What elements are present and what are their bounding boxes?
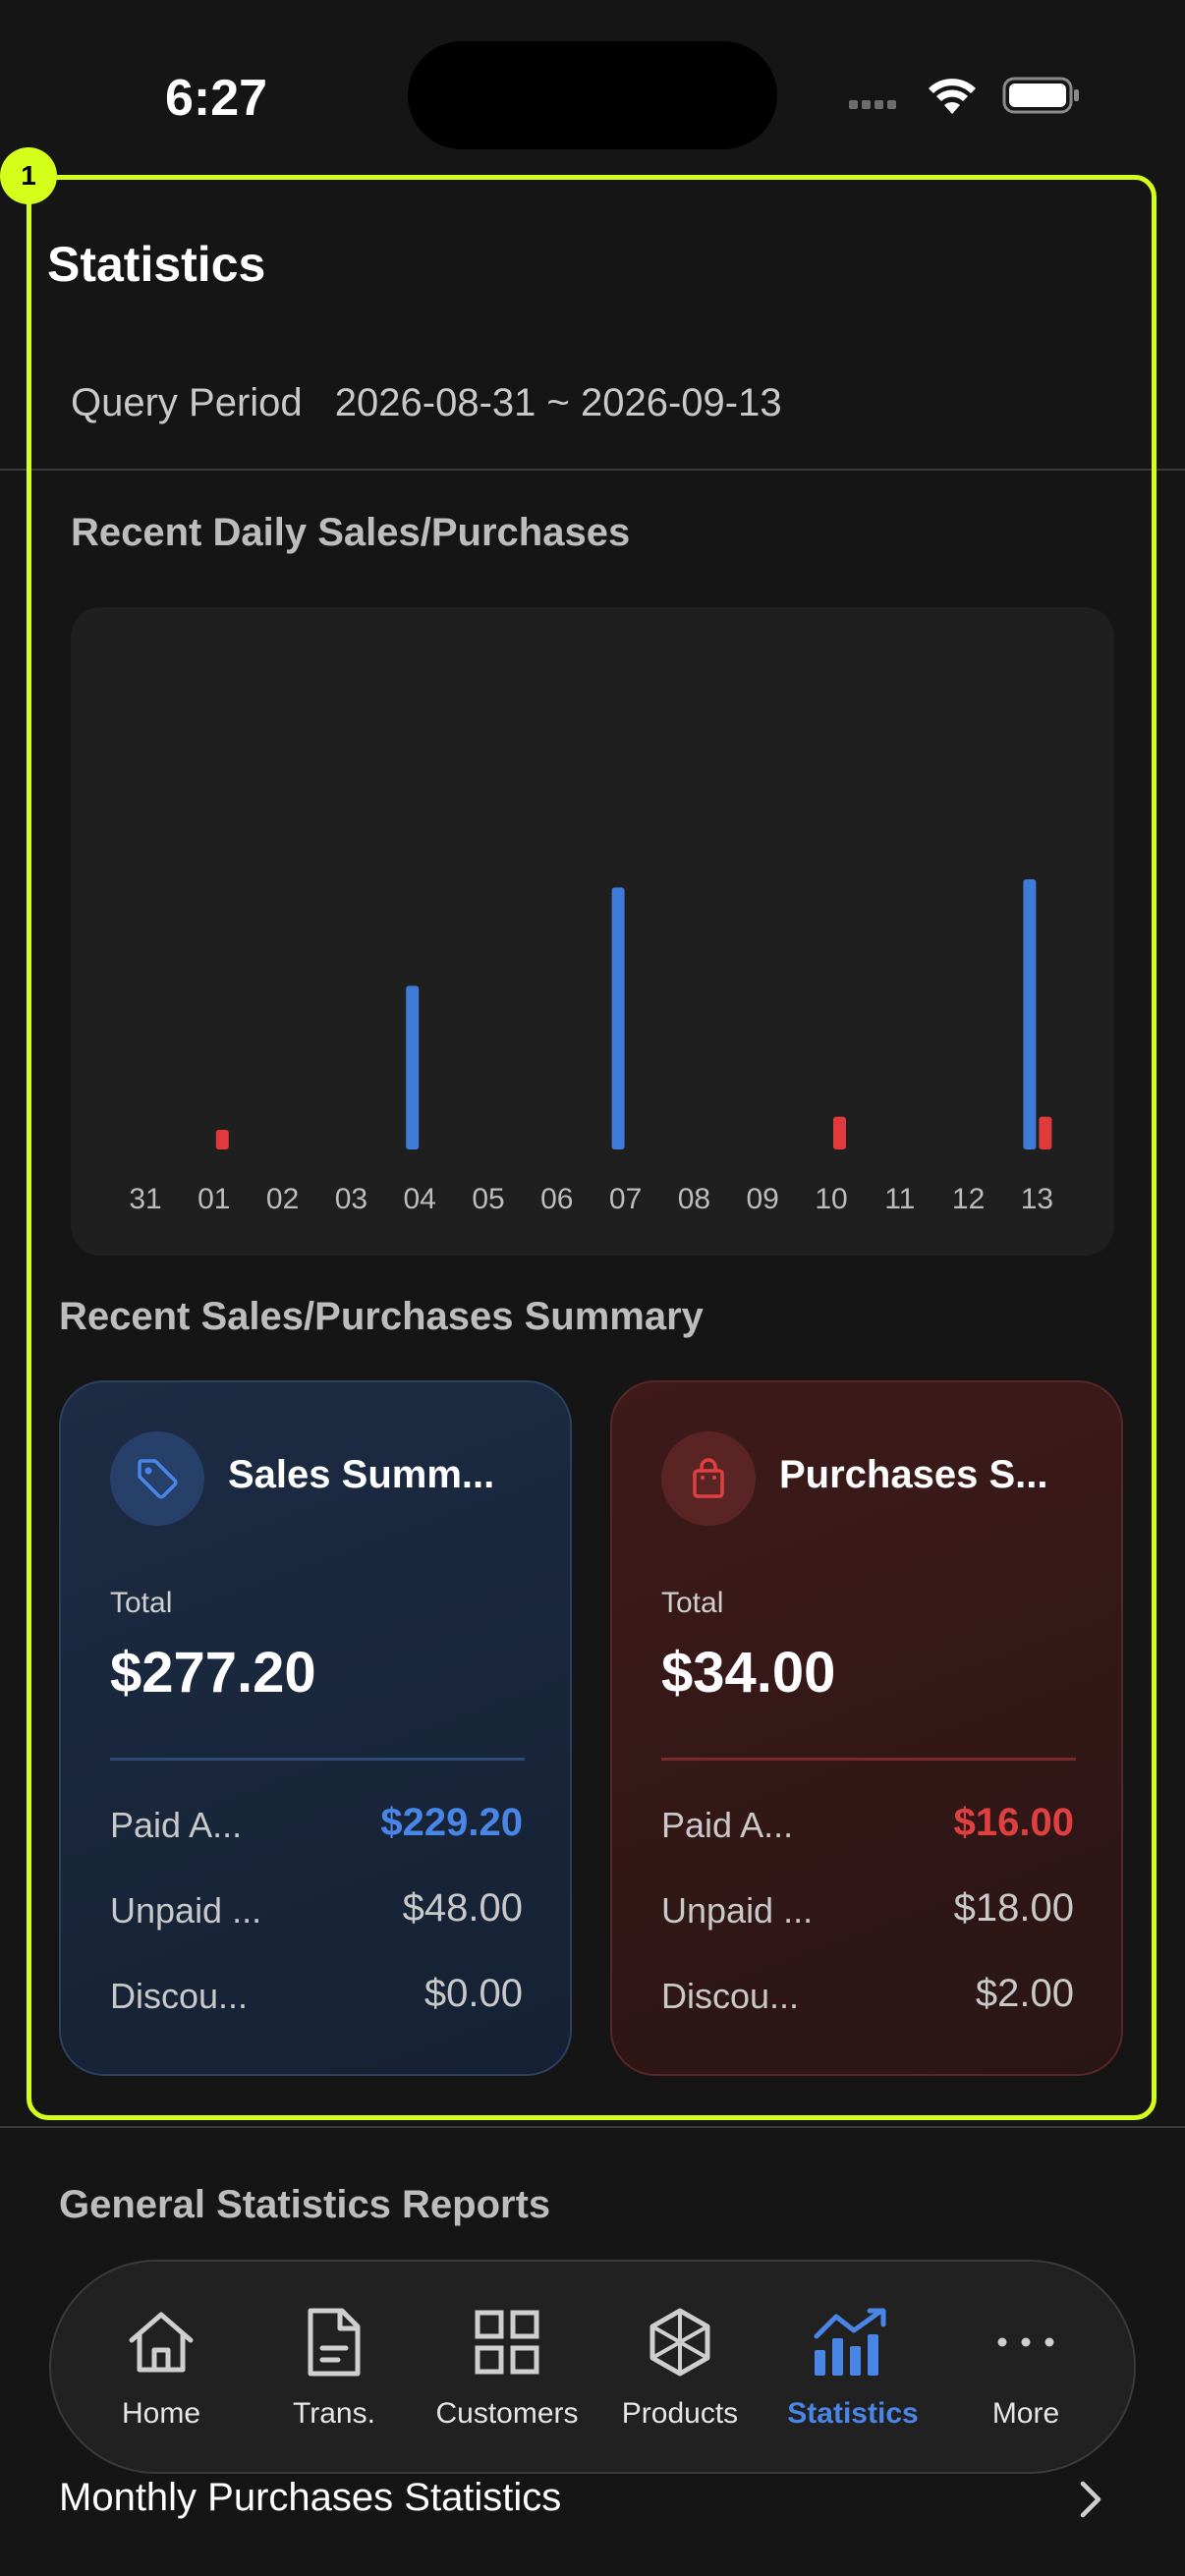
x-tick-label: 01 bbox=[198, 1183, 230, 1215]
battery-icon bbox=[1002, 77, 1079, 114]
highlight-badge: 1 bbox=[0, 147, 57, 204]
divider bbox=[661, 1758, 1076, 1761]
sales-discount-value: $0.00 bbox=[423, 1972, 523, 2015]
status-time: 6:27 bbox=[165, 70, 268, 127]
status-icons bbox=[849, 77, 1079, 114]
page-title: Statistics bbox=[47, 237, 266, 292]
tab-products[interactable]: Products bbox=[593, 2262, 766, 2476]
divider bbox=[110, 1758, 525, 1761]
x-tick-label: 05 bbox=[472, 1183, 504, 1215]
purchases-card-title: Purchases S... bbox=[779, 1453, 1048, 1496]
daily-bar-chart: 31 01 02 03 04 05 06 07 08 09 10 11 12 13 bbox=[129, 879, 1053, 1215]
cellular-signal-icon bbox=[849, 100, 896, 109]
x-tick-label: 03 bbox=[335, 1183, 367, 1215]
query-period-value[interactable]: 2026-08-31 ~ 2026-09-13 bbox=[335, 381, 782, 424]
summary-title: Recent Sales/Purchases Summary bbox=[59, 1295, 704, 1338]
sales-total-label: Total bbox=[110, 1587, 173, 1619]
shopping-bag-icon bbox=[693, 1458, 724, 1498]
tab-products-label: Products bbox=[621, 2397, 739, 2430]
sales-bar[interactable] bbox=[1023, 879, 1037, 1149]
tab-more-label: More bbox=[991, 2397, 1060, 2430]
purchases-bar[interactable] bbox=[215, 1130, 229, 1149]
tab-customers-label: Customers bbox=[435, 2397, 579, 2430]
sales-icon-badge bbox=[110, 1431, 204, 1526]
sales-bar[interactable] bbox=[406, 985, 420, 1149]
sales-unpaid-label: Unpaid ... bbox=[110, 1890, 262, 1931]
purchases-paid-label: Paid A... bbox=[661, 1805, 794, 1845]
x-tick-label: 09 bbox=[747, 1183, 779, 1215]
x-tick-label: 07 bbox=[609, 1183, 642, 1215]
x-tick-label: 02 bbox=[266, 1183, 299, 1215]
dynamic-island bbox=[408, 41, 777, 149]
x-tick-label: 11 bbox=[884, 1183, 915, 1215]
grid-icon bbox=[475, 2310, 539, 2375]
sales-unpaid-value: $48.00 bbox=[402, 1886, 523, 1930]
sales-total-value: $277.20 bbox=[110, 1641, 316, 1705]
chart-icon bbox=[814, 2308, 886, 2376]
tab-trans-label: Trans. bbox=[293, 2397, 375, 2430]
x-tick-label: 31 bbox=[129, 1183, 161, 1215]
query-period-label: Query Period bbox=[71, 381, 303, 424]
x-tick-label: 08 bbox=[678, 1183, 710, 1215]
purchases-discount-value: $2.00 bbox=[975, 1972, 1074, 2015]
purchases-icon-badge bbox=[661, 1431, 756, 1526]
daily-chart-card: 31 01 02 03 04 05 06 07 08 09 10 11 12 13 bbox=[71, 607, 1114, 1256]
x-tick-label: 04 bbox=[404, 1183, 436, 1215]
purchases-discount-label: Discou... bbox=[661, 1976, 800, 2016]
tab-statistics[interactable]: Statistics bbox=[766, 2262, 939, 2476]
tab-trans[interactable]: Trans. bbox=[248, 2262, 421, 2476]
tag-icon bbox=[138, 1459, 178, 1499]
tab-home-label: Home bbox=[121, 2397, 201, 2430]
purchases-total-value: $34.00 bbox=[661, 1641, 836, 1705]
x-tick-label: 13 bbox=[1021, 1183, 1053, 1215]
sales-paid-label: Paid A... bbox=[110, 1805, 243, 1845]
document-icon bbox=[308, 2308, 361, 2377]
purchases-bar[interactable] bbox=[1039, 1116, 1052, 1149]
divider bbox=[0, 2126, 1185, 2128]
purchases-bar[interactable] bbox=[833, 1116, 846, 1149]
x-tick-label: 10 bbox=[815, 1183, 847, 1215]
purchases-summary-card[interactable]: Purchases S... Total $34.00 Paid A... $1… bbox=[610, 1380, 1123, 2076]
purchases-total-label: Total bbox=[661, 1587, 724, 1619]
more-icon bbox=[997, 2337, 1054, 2347]
divider bbox=[0, 469, 1185, 471]
status-bar: 6:27 bbox=[0, 0, 1185, 177]
query-period-row[interactable]: Query Period 2026-08-31 ~ 2026-09-13 bbox=[71, 381, 782, 425]
tab-customers[interactable]: Customers bbox=[421, 2262, 593, 2476]
sales-discount-label: Discou... bbox=[110, 1976, 249, 2016]
purchases-unpaid-value: $18.00 bbox=[953, 1886, 1074, 1930]
purchases-unpaid-label: Unpaid ... bbox=[661, 1890, 814, 1931]
x-tick-label: 06 bbox=[540, 1183, 573, 1215]
purchases-paid-value: $16.00 bbox=[953, 1801, 1074, 1844]
home-icon bbox=[129, 2312, 194, 2373]
sales-card-title: Sales Summ... bbox=[228, 1453, 495, 1496]
reports-title: General Statistics Reports bbox=[59, 2183, 551, 2226]
tab-bar: Home Trans. Customers Products Statistic… bbox=[49, 2260, 1136, 2474]
tab-statistics-label: Statistics bbox=[787, 2397, 919, 2430]
cube-icon bbox=[649, 2308, 710, 2377]
report-item-monthly-purchases[interactable]: Monthly Purchases Statistics bbox=[59, 2476, 561, 2520]
sales-paid-value: $229.20 bbox=[380, 1801, 523, 1844]
daily-chart-title: Recent Daily Sales/Purchases bbox=[71, 511, 631, 554]
chevron-right-icon[interactable] bbox=[1071, 2478, 1110, 2521]
x-tick-label: 12 bbox=[952, 1183, 985, 1215]
wifi-icon bbox=[929, 79, 976, 114]
sales-bar[interactable] bbox=[611, 887, 625, 1149]
tab-home[interactable]: Home bbox=[75, 2262, 248, 2476]
tab-more[interactable]: More bbox=[939, 2262, 1112, 2476]
sales-summary-card[interactable]: Sales Summ... Total $277.20 Paid A... $2… bbox=[59, 1380, 572, 2076]
